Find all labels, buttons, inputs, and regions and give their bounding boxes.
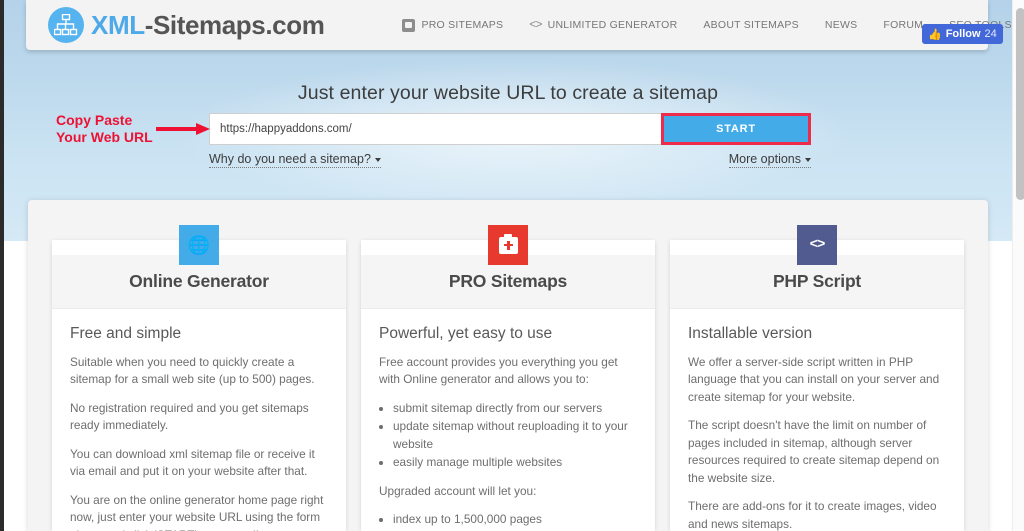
list-item: easily manage multiple websites [393,454,637,472]
card-list-intro: Upgraded account will let you: [379,483,537,498]
logo-text-primary: XML [91,9,145,40]
list-item: submit sitemap directly from our servers [393,400,637,418]
card-subtitle: Free and simple [70,325,182,342]
more-options-link[interactable]: More options [728,152,811,168]
nav-label: ABOUT SITEMAPS [703,19,799,31]
card-subtitle: Powerful, yet easy to use [379,325,553,342]
browser-viewport: XML-Sitemaps.com PRO SITEMAPS <> UNLIMIT… [4,0,1024,531]
medkit-box-icon [402,18,416,32]
why-sitemap-label: Why do you need a sitemap? [209,152,371,166]
nav-item-pro-sitemaps[interactable]: PRO SITEMAPS [402,18,504,32]
chevron-down-icon [374,157,381,162]
card-subtitle: Installable version [688,325,813,342]
url-input[interactable] [209,113,661,145]
card-body: Powerful, yet easy to use Free account p… [361,309,655,531]
list-item: update sitemap without reuploading it to… [393,418,637,453]
feature-cards: 🌐 Online Generator Free and simple Suita… [28,225,988,531]
site-header: XML-Sitemaps.com PRO SITEMAPS <> UNLIMIT… [26,0,1011,50]
nav-label: PRO SITEMAPS [421,19,504,31]
card-body: Installable version We offer a server-si… [670,309,964,531]
card-paragraph: You can download xml sitemap file or rec… [70,446,315,479]
site-logo[interactable]: XML-Sitemaps.com [48,7,325,43]
card-paragraph: Suitable when you need to quickly create… [70,354,315,387]
start-button[interactable]: START [661,113,811,145]
medkit-icon [488,225,528,265]
card-title: PRO Sitemaps [448,271,568,291]
code-brackets-icon: <> [529,18,542,32]
page-scrollbar[interactable] [1012,0,1024,531]
card-title: Online Generator [129,271,269,291]
card-title: PHP Script [772,271,862,291]
card-list-secondary: index up to 1,500,000 pages automaticall… [393,511,637,531]
logo-text-secondary: -Sitemaps.com [144,9,325,40]
code-icon: <> [797,225,837,265]
thumbs-up-icon: 👍 [928,28,942,41]
card-paragraph: The script doesn't have the limit on num… [688,418,940,485]
page-title: Just enter your website URL to create a … [297,82,719,104]
card-online-generator: 🌐 Online Generator Free and simple Suita… [52,225,346,531]
card-paragraph: No registration required and you get sit… [70,400,309,433]
facebook-follow-button[interactable]: 👍 Follow 24 [922,24,1003,44]
nav-label: UNLIMITED GENERATOR [547,19,678,31]
nav-label: FORUM [883,19,924,31]
card-paragraph: You are on the online generator home pag… [70,492,324,531]
card-list: submit sitemap directly from our servers… [393,400,637,472]
sitemap-url-form: START [209,113,811,145]
card-body: Free and simple Suitable when you need t… [52,309,346,531]
nav-item-about-sitemaps[interactable]: ABOUT SITEMAPS [703,19,799,31]
facebook-follow-count: 24 [984,28,997,40]
nav-item-news[interactable]: NEWS [825,19,858,31]
nav-label: NEWS [824,19,858,31]
annotation-line-1: Copy Paste [56,112,133,128]
chevron-down-icon [805,157,811,162]
list-item: index up to 1,500,000 pages [393,511,637,529]
card-paragraph: Free account provides you everything you… [379,354,618,387]
nav-item-unlimited-generator[interactable]: <> UNLIMITED GENERATOR [529,18,677,32]
card-paragraph: There are add-ons for it to create image… [688,499,937,531]
annotation-text: Copy Paste Your Web URL [56,112,153,146]
scrollbar-thumb[interactable] [1016,8,1024,200]
nav-item-forum[interactable]: FORUM [883,19,923,31]
why-sitemap-link[interactable]: Why do you need a sitemap? [209,152,381,168]
annotation-line-2: Your Web URL [56,129,153,145]
hero-links: Why do you need a sitemap? More options [209,152,811,168]
sitemap-icon [48,7,84,43]
card-pro-sitemaps: PRO Sitemaps Powerful, yet easy to use F… [361,225,655,531]
logo-text: XML-Sitemaps.com [91,9,325,41]
card-paragraph: We offer a server-side script written in… [688,354,940,404]
main-nav: PRO SITEMAPS <> UNLIMITED GENERATOR ABOU… [402,18,1011,32]
more-options-label: More options [728,152,801,166]
globe-icon: 🌐 [179,225,219,265]
arrow-right-icon [156,123,210,135]
facebook-follow-label: Follow [945,28,981,40]
card-php-script: <> PHP Script Installable version We off… [670,225,964,531]
